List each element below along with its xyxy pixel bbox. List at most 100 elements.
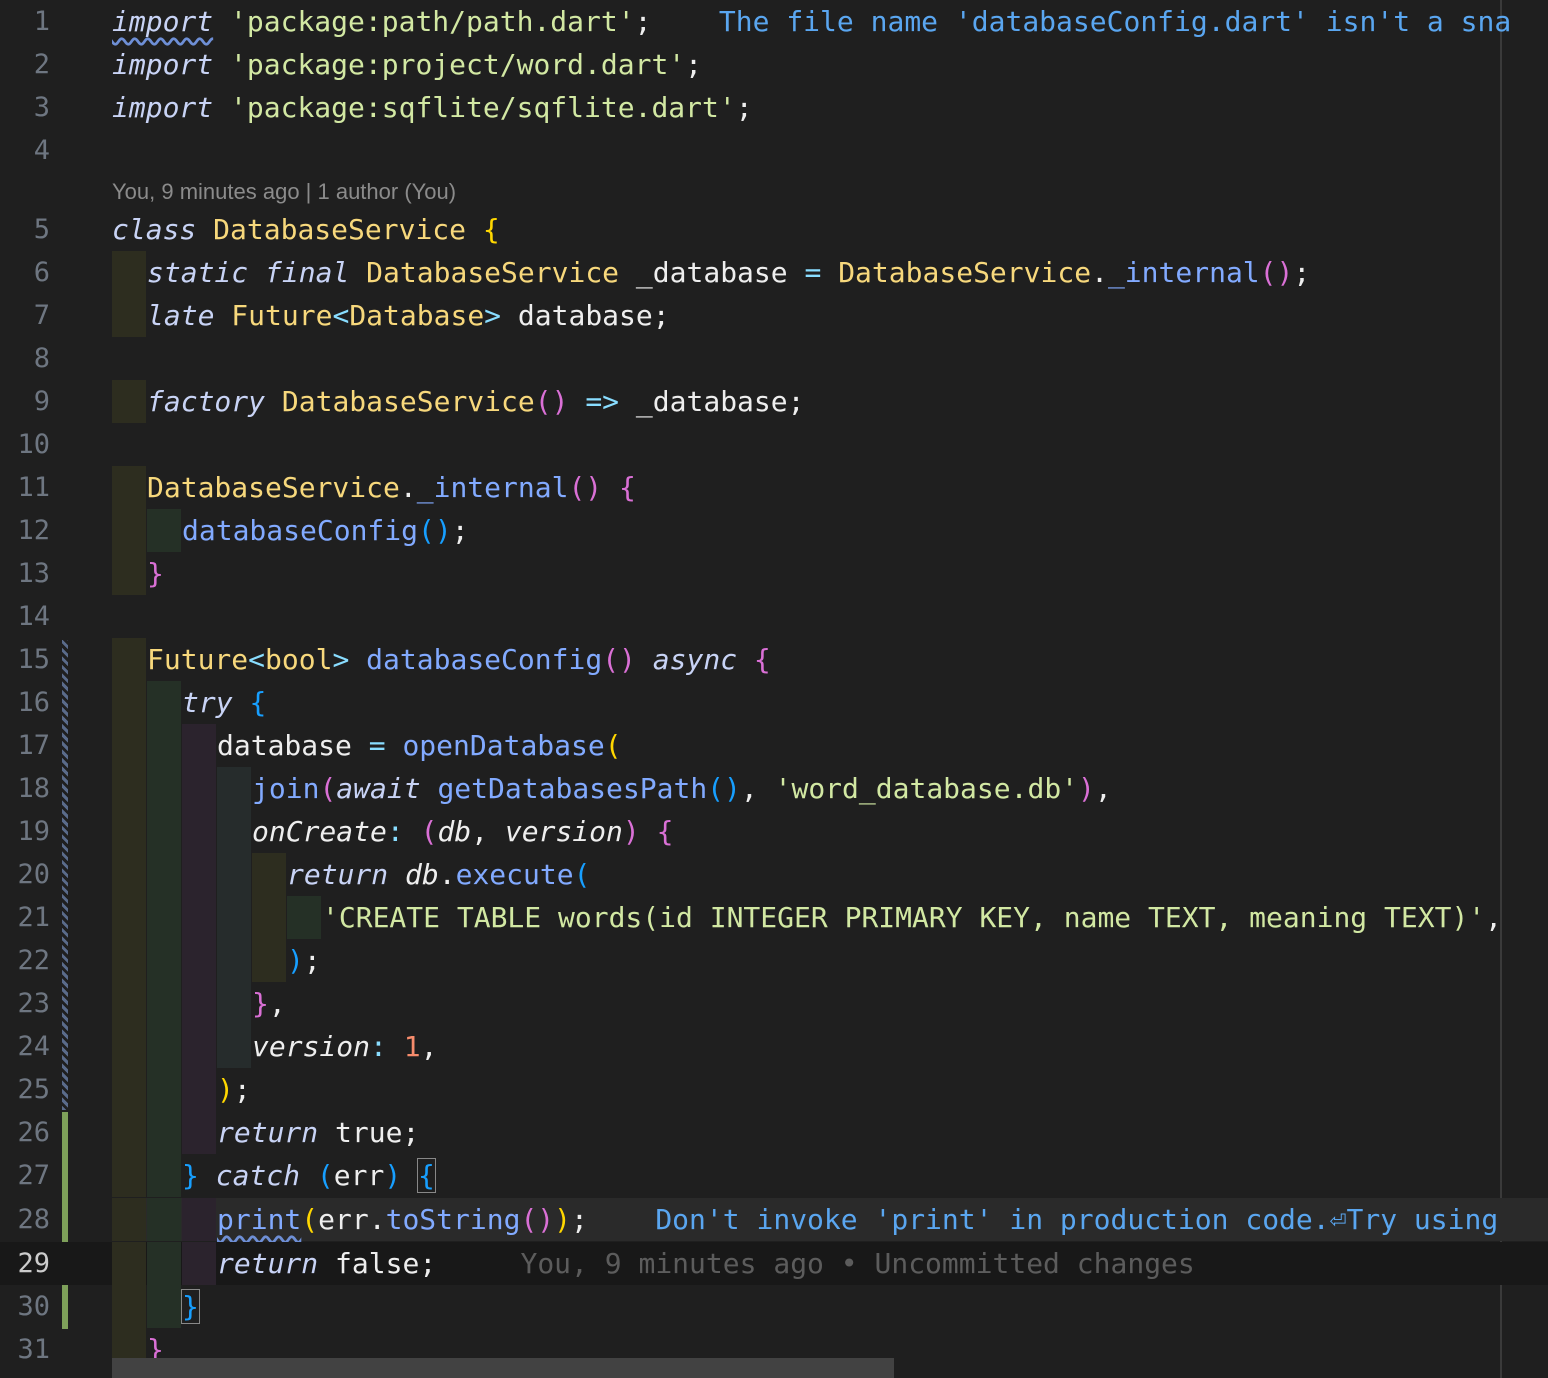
indent-guide bbox=[112, 552, 146, 595]
line-number: 12 bbox=[17, 515, 50, 546]
keyword: await bbox=[336, 772, 421, 805]
code-line-10: 10 bbox=[0, 423, 1548, 466]
line-number: 21 bbox=[17, 902, 50, 933]
function-name: execute bbox=[455, 858, 574, 891]
line-number: 27 bbox=[17, 1160, 50, 1191]
indent-guide bbox=[147, 1111, 181, 1154]
indent-guide bbox=[217, 767, 251, 810]
variable: err bbox=[333, 1159, 385, 1192]
indent-guide bbox=[182, 1198, 216, 1241]
indent-guide bbox=[217, 853, 251, 896]
line-number: 11 bbox=[17, 472, 50, 503]
indent-guide bbox=[112, 1242, 146, 1285]
code-line-27: 27 } catch (err) { bbox=[0, 1154, 1548, 1197]
indent-guide bbox=[112, 1285, 146, 1328]
keyword: return bbox=[217, 1116, 319, 1149]
inline-diagnostic[interactable]: Don't invoke 'print' in production code.… bbox=[655, 1203, 1498, 1236]
indent-guide bbox=[147, 982, 181, 1025]
indent-guide bbox=[112, 509, 146, 552]
line-number: 10 bbox=[17, 429, 50, 460]
line-number: 18 bbox=[17, 773, 50, 804]
line-number: 6 bbox=[33, 257, 50, 288]
boolean-literal: true bbox=[335, 1116, 403, 1149]
variable: database bbox=[217, 729, 352, 762]
type-name: DatabaseService bbox=[281, 385, 535, 418]
indent-guide bbox=[182, 939, 216, 982]
indent-guide bbox=[147, 810, 181, 853]
line-number: 31 bbox=[17, 1334, 50, 1365]
keyword: try bbox=[182, 686, 233, 719]
indent-guide bbox=[147, 767, 181, 810]
code-line-16: 16 try { bbox=[0, 681, 1548, 724]
line-number: 23 bbox=[17, 988, 50, 1019]
line-number: 25 bbox=[17, 1074, 50, 1105]
indent-guide bbox=[182, 767, 216, 810]
parameter: version bbox=[504, 815, 623, 848]
string-literal: 'CREATE TABLE words(id INTEGER PRIMARY K… bbox=[322, 901, 1486, 934]
indent-guide bbox=[182, 810, 216, 853]
indent-guide bbox=[182, 1242, 216, 1285]
variable: _database bbox=[635, 256, 788, 289]
type-name: DatabaseService bbox=[838, 256, 1092, 289]
line-number: 2 bbox=[33, 49, 50, 80]
line-number: 28 bbox=[17, 1204, 50, 1235]
code-line-9: 9 factory DatabaseService() => _database… bbox=[0, 380, 1548, 423]
code-line-5: 5 class DatabaseService { bbox=[0, 208, 1548, 251]
keyword: late bbox=[147, 299, 215, 332]
code-editor[interactable]: You, 9 minutes ago | 1 author (You) 1 im… bbox=[0, 0, 1548, 1378]
indent-guide bbox=[112, 853, 146, 896]
indent-guide bbox=[147, 1068, 181, 1111]
indent-guide bbox=[112, 294, 146, 337]
code-line-20: 20 return db.execute( bbox=[0, 853, 1548, 896]
named-parameter: onCreate bbox=[252, 815, 387, 848]
indent-guide bbox=[112, 767, 146, 810]
indent-guide bbox=[182, 896, 216, 939]
code-line-13: 13 } bbox=[0, 552, 1548, 595]
line-number: 22 bbox=[17, 945, 50, 976]
code-line-26: 26 return true; bbox=[0, 1111, 1548, 1154]
indent-guide bbox=[182, 853, 216, 896]
parameter: db bbox=[437, 815, 472, 848]
inline-blame[interactable]: You, 9 minutes ago • Uncommitted changes bbox=[520, 1247, 1194, 1280]
indent-guide bbox=[147, 1025, 181, 1068]
indent-guide bbox=[112, 1111, 146, 1154]
indent-guide bbox=[112, 466, 146, 509]
line-number: 7 bbox=[33, 300, 50, 331]
code-line-30: 30 } bbox=[0, 1285, 1548, 1328]
indent-guide bbox=[112, 681, 146, 724]
line-number: 30 bbox=[17, 1291, 50, 1322]
function-name: openDatabase bbox=[402, 729, 605, 762]
code-line-29: 29 return false; You, 9 minutes ago • Un… bbox=[0, 1242, 1548, 1285]
function-name: databaseConfig bbox=[182, 514, 419, 547]
keyword: factory bbox=[147, 385, 266, 418]
code-line-2: 2 import 'package:project/word.dart'; bbox=[0, 43, 1548, 86]
type-name: DatabaseService bbox=[213, 213, 467, 246]
type-name: Future bbox=[231, 299, 333, 332]
code-line-25: 25 ); bbox=[0, 1068, 1548, 1111]
inline-diagnostic[interactable]: The file name 'databaseConfig.dart' isn'… bbox=[719, 5, 1511, 38]
keyword: import bbox=[112, 91, 214, 124]
indent-guide bbox=[252, 896, 286, 939]
code-line-12: 12 databaseConfig(); bbox=[0, 509, 1548, 552]
code-line-28: 28 print(err.toString()); Don't invoke '… bbox=[0, 1198, 1548, 1241]
indent-guide bbox=[112, 939, 146, 982]
horizontal-scrollbar[interactable] bbox=[112, 1358, 894, 1378]
line-number: 20 bbox=[17, 859, 50, 890]
string-literal: 'package:sqflite/sqflite.dart' bbox=[230, 91, 736, 124]
function-name: databaseConfig bbox=[366, 643, 603, 676]
indent-guide bbox=[147, 1154, 181, 1197]
code-line-19: 19 onCreate: (db, version) { bbox=[0, 810, 1548, 853]
code-line-21: 21 'CREATE TABLE words(id INTEGER PRIMAR… bbox=[0, 896, 1548, 939]
keyword: class bbox=[112, 213, 197, 246]
code-line-4: 4 bbox=[0, 129, 1548, 172]
indent-guide bbox=[112, 896, 146, 939]
line-number: 19 bbox=[17, 816, 50, 847]
indent-guide bbox=[147, 939, 181, 982]
line-number: 15 bbox=[17, 644, 50, 675]
codelens-blame[interactable]: You, 9 minutes ago | 1 author (You) bbox=[112, 175, 456, 209]
indent-guide bbox=[112, 1068, 146, 1111]
code-line-18: 18 join(await getDatabasesPath(), 'word_… bbox=[0, 767, 1548, 810]
line-number: 5 bbox=[33, 214, 50, 245]
code-line-24: 24 version: 1, bbox=[0, 1025, 1548, 1068]
indent-guide bbox=[217, 810, 251, 853]
